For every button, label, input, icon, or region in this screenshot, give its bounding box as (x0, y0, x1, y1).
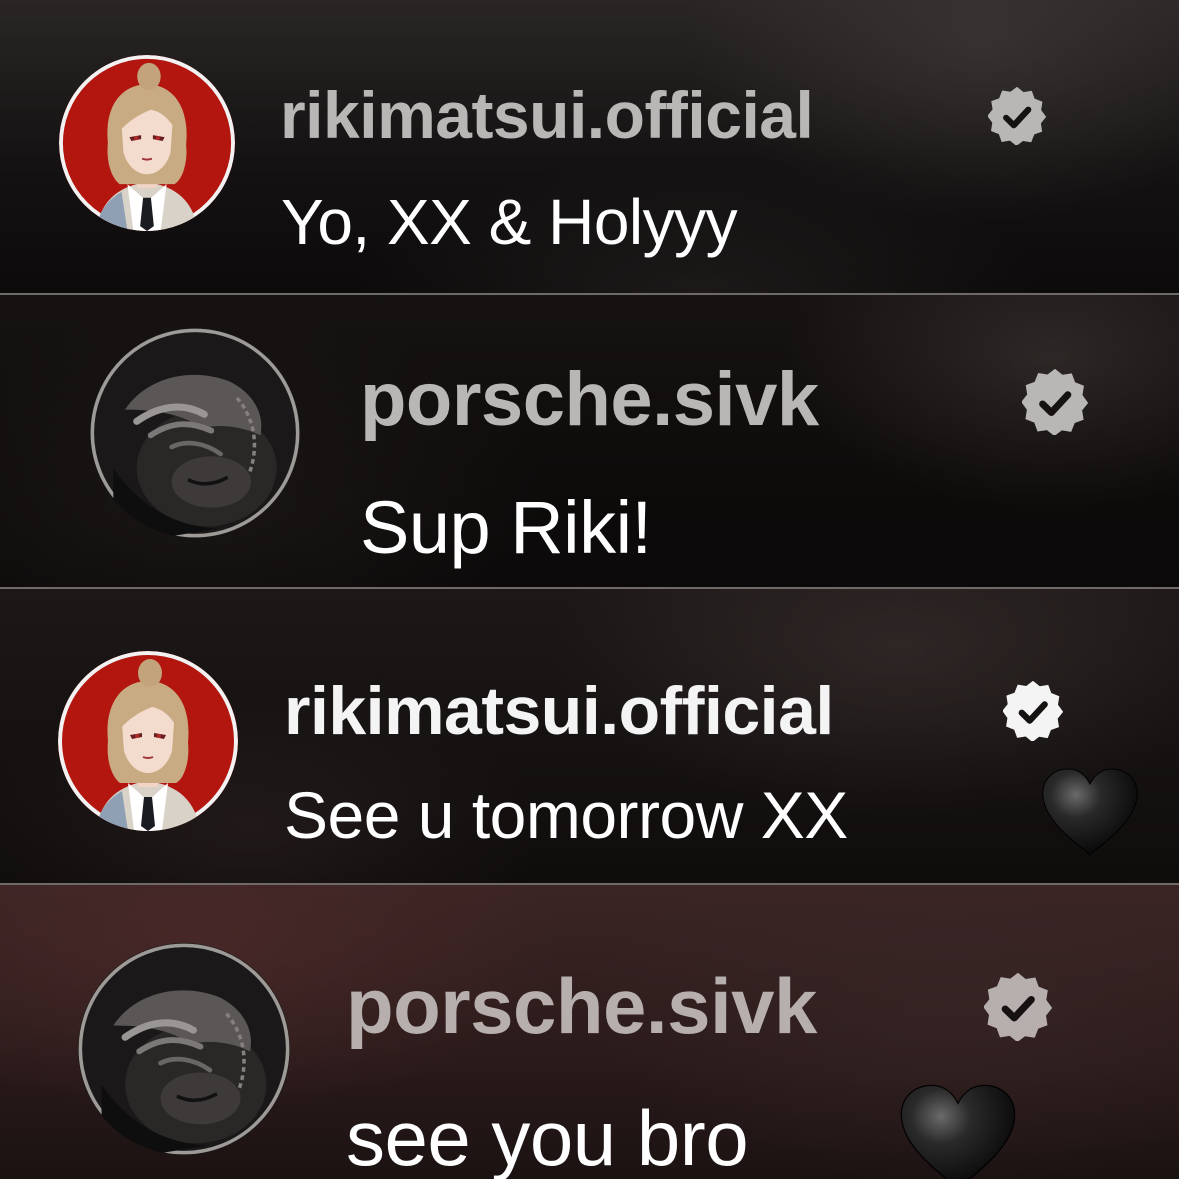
comment-row-3: rikimatsui.official See u tomorrow XX (0, 589, 1179, 883)
rikimatsui-avatar[interactable] (58, 651, 238, 831)
comment-username[interactable]: rikimatsui.official (284, 677, 834, 745)
comment-text: Yo, XX & Holyyy (281, 186, 738, 258)
verified-badge-icon (984, 973, 1052, 1041)
verified-badge-icon (1003, 681, 1063, 741)
porsche-avatar[interactable] (90, 328, 300, 538)
comment-text: see you bro (346, 1094, 749, 1179)
comment-username[interactable]: rikimatsui.official (280, 82, 814, 148)
black-heart-icon (898, 1083, 1018, 1179)
rikimatsui-avatar[interactable] (59, 55, 235, 231)
comment-text: Sup Riki! (360, 486, 652, 569)
comment-row-1: rikimatsui.official Yo, XX & Holyyy (0, 0, 1179, 293)
verified-badge-icon (988, 87, 1046, 145)
porsche-avatar[interactable] (78, 943, 290, 1155)
comment-username[interactable]: porsche.sivk (346, 967, 817, 1045)
comment-row-4: porsche.sivk see you bro (0, 885, 1179, 1179)
black-heart-icon (1040, 767, 1140, 857)
verified-badge-icon (1022, 369, 1088, 435)
comment-username[interactable]: porsche.sivk (360, 362, 819, 438)
comment-screenshot-collage: rikimatsui.official Yo, XX & Holyyy pors… (0, 0, 1179, 1179)
comment-text: See u tomorrow XX (284, 778, 848, 852)
comment-row-2: porsche.sivk Sup Riki! (0, 295, 1179, 587)
